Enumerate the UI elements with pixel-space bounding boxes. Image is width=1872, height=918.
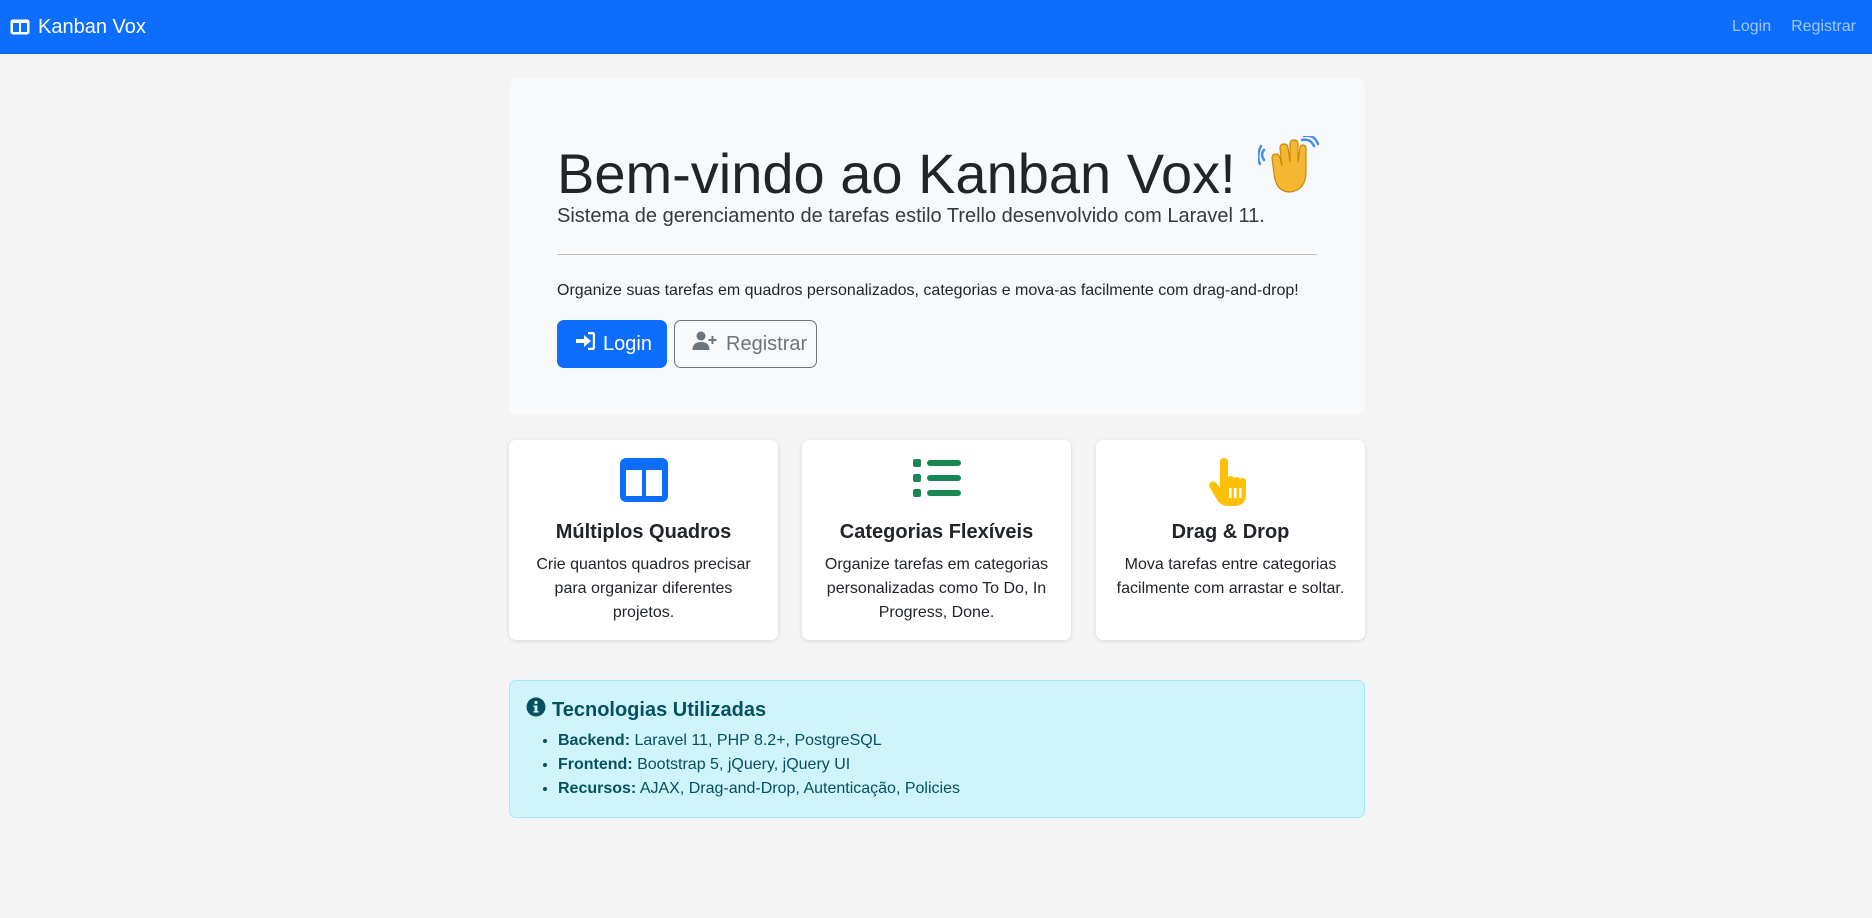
item-value: Laravel 11, PHP 8.2+, PostgreSQL — [634, 732, 882, 749]
item-value: Bootstrap 5, jQuery, jQuery UI — [637, 756, 851, 773]
alert-title-text: Tecnologias Utilizadas — [552, 698, 767, 721]
item-value: AJAX, Drag-and-Drop, Autenticação, Polic… — [639, 780, 960, 797]
login-button-label: Login — [603, 332, 652, 355]
alert-title: Tecnologias Utilizadas — [526, 697, 1348, 723]
feature-card-boards: Múltiplos Quadros Crie quantos quadros p… — [509, 440, 778, 640]
nav-register-link[interactable]: Registrar — [1791, 18, 1856, 36]
page-title-text: Bem-vindo ao Kanban Vox! — [557, 141, 1236, 205]
page-subtitle: Sistema de gerenciamento de tarefas esti… — [557, 205, 1265, 227]
feature-card-dragdrop: Drag & Drop Mova tarefas entre categoria… — [1096, 440, 1365, 640]
columns-icon — [509, 458, 778, 502]
list-item: Backend: Laravel 11, PHP 8.2+, PostgreSQ… — [558, 729, 1348, 753]
brand-name: Kanban Vox — [38, 15, 146, 38]
feature-title: Múltiplos Quadros — [555, 521, 732, 543]
navbar: Kanban Vox Login Registrar — [0, 0, 1872, 54]
sign-in-icon — [575, 331, 596, 356]
feature-title: Drag & Drop — [1171, 521, 1290, 543]
login-button[interactable]: Login — [557, 320, 667, 368]
hand-pointer-icon — [1096, 458, 1365, 506]
list-item: Frontend: Bootstrap 5, jQuery, jQuery UI — [558, 753, 1348, 777]
nav-links: Login Registrar — [1732, 18, 1856, 36]
register-button[interactable]: Registrar — [674, 320, 817, 368]
hero-description: Organize suas tarefas em quadros persona… — [557, 282, 1299, 299]
list-icon — [802, 458, 1071, 502]
feature-description: Mova tarefas entre categorias facilmente… — [1116, 556, 1345, 597]
feature-description: Crie quantos quadros precisar para organ… — [536, 556, 751, 621]
list-item: Recursos: AJAX, Drag-and-Drop, Autentica… — [558, 777, 1348, 801]
feature-card-categories: Categorias Flexíveis Organize tarefas em… — [802, 440, 1071, 640]
nav-login-link[interactable]: Login — [1732, 18, 1771, 36]
info-circle-icon — [526, 697, 546, 723]
feature-description: Organize tarefas em categorias personali… — [824, 556, 1049, 621]
technologies-alert: Tecnologias Utilizadas Backend: Laravel … — [509, 680, 1365, 818]
hero-section: Bem-vindo ao Kanban Vox! Sistema de gere… — [509, 78, 1365, 415]
brand-link[interactable]: Kanban Vox — [10, 16, 146, 39]
page-title: Bem-vindo ao Kanban Vox! — [557, 134, 1320, 210]
waving-hand-icon — [1256, 134, 1320, 210]
item-label: Backend: — [558, 732, 631, 749]
divider — [557, 254, 1317, 255]
item-label: Frontend: — [558, 756, 633, 773]
columns-icon — [10, 19, 30, 35]
item-label: Recursos: — [558, 780, 637, 797]
user-plus-icon — [692, 331, 718, 357]
feature-title: Categorias Flexíveis — [839, 521, 1034, 543]
register-button-label: Registrar — [726, 332, 808, 355]
technologies-list: Backend: Laravel 11, PHP 8.2+, PostgreSQ… — [526, 729, 1348, 801]
